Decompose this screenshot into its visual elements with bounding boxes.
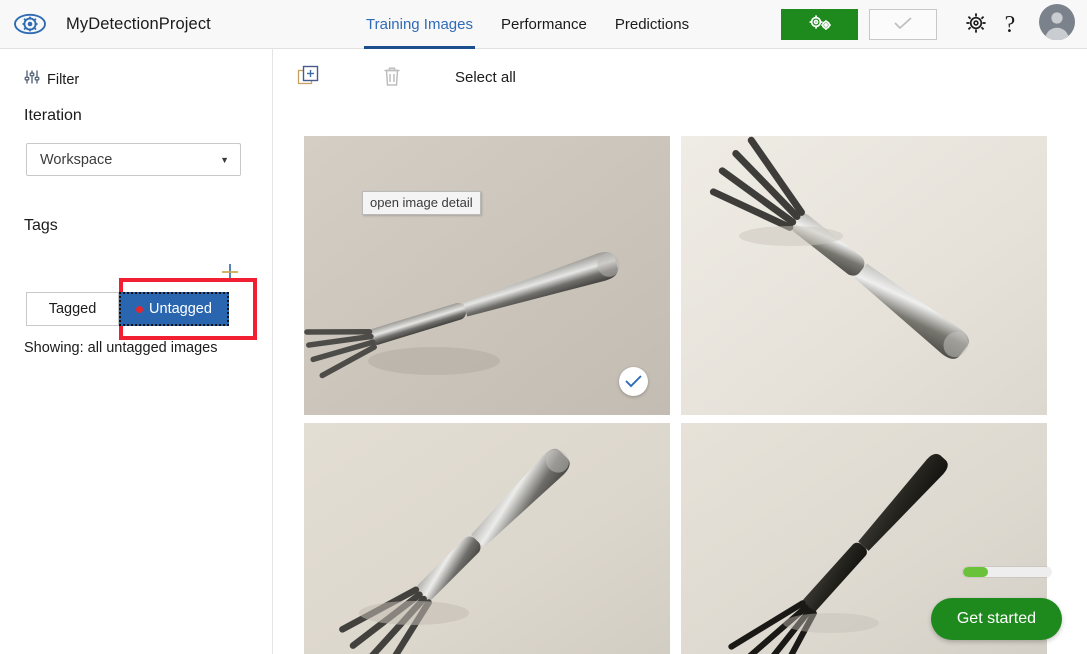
avatar[interactable] — [1039, 4, 1075, 45]
quick-test-button[interactable] — [869, 9, 937, 40]
training-image-thumbnail — [304, 423, 670, 654]
app-window: MyDetectionProject Training Images Perfo… — [0, 0, 1087, 654]
tab-label: Predictions — [614, 16, 690, 33]
filter-label: Filter — [47, 71, 80, 88]
training-image-thumbnail — [681, 136, 1047, 415]
select-all-button[interactable]: Select all — [455, 69, 516, 86]
tab-training-images[interactable]: Training Images — [352, 0, 487, 49]
tag-label: Untagged — [149, 301, 212, 317]
add-image-icon — [297, 65, 319, 90]
tag-filter-tagged[interactable]: Tagged — [26, 292, 119, 326]
checkmark-icon — [625, 375, 642, 388]
image-tile[interactable] — [304, 423, 670, 654]
page-title: MyDetectionProject — [66, 14, 211, 33]
double-gear-icon — [803, 13, 837, 36]
chevron-down-icon: ▼ — [220, 154, 229, 165]
add-tag-button[interactable] — [221, 263, 239, 286]
header-actions: ? — [781, 0, 1075, 49]
progress-bar — [963, 567, 1051, 577]
sliders-icon — [24, 69, 40, 90]
tab-label: Training Images — [366, 16, 473, 33]
tab-performance[interactable]: Performance — [487, 0, 601, 49]
tag-label: Tagged — [48, 301, 97, 317]
iteration-select[interactable]: Workspace ▼ — [26, 143, 241, 176]
tag-filter-untagged[interactable]: Untagged — [119, 292, 229, 326]
train-button[interactable] — [781, 9, 858, 40]
settings-button[interactable] — [959, 8, 993, 42]
tab-label: Performance — [501, 16, 587, 33]
gear-icon — [965, 12, 987, 37]
images-toolbar: Select all — [273, 49, 1087, 105]
sidebar: Filter Iteration Workspace ▼ Tags Tagged… — [0, 49, 273, 654]
showing-status-text: Showing: all untagged images — [24, 340, 218, 356]
image-grid: open image detail — [304, 136, 1054, 654]
brand: MyDetectionProject — [0, 11, 211, 37]
trash-icon — [382, 65, 402, 90]
tag-filter-toggle: Tagged Untagged — [26, 292, 229, 326]
tab-predictions[interactable]: Predictions — [601, 0, 703, 49]
progress-bar-fill — [963, 567, 988, 577]
filter-button[interactable]: Filter — [24, 69, 79, 90]
main-nav-tabs: Training Images Performance Predictions — [352, 0, 703, 49]
plus-icon — [221, 263, 239, 286]
main-content: Select all open image detail Get started — [273, 49, 1087, 654]
checkmark-icon — [893, 16, 913, 34]
question-mark-icon: ? — [1004, 11, 1016, 38]
iteration-selected-value: Workspace — [40, 151, 113, 168]
add-images-button[interactable] — [291, 60, 325, 94]
tags-heading: Tags — [24, 217, 58, 234]
training-image-thumbnail — [304, 136, 670, 415]
get-started-button[interactable]: Get started — [930, 598, 1062, 640]
image-tooltip: open image detail — [362, 191, 481, 215]
eye-gear-icon — [13, 11, 47, 37]
app-header: MyDetectionProject Training Images Perfo… — [0, 0, 1087, 49]
tag-dot-icon — [136, 305, 144, 313]
iteration-heading: Iteration — [24, 107, 82, 124]
image-tile[interactable]: open image detail — [304, 136, 670, 415]
image-selected-badge[interactable] — [619, 367, 648, 396]
image-tile[interactable] — [681, 136, 1047, 415]
delete-button[interactable] — [375, 60, 409, 94]
user-avatar-icon — [1039, 4, 1075, 41]
help-button[interactable]: ? — [993, 8, 1027, 42]
